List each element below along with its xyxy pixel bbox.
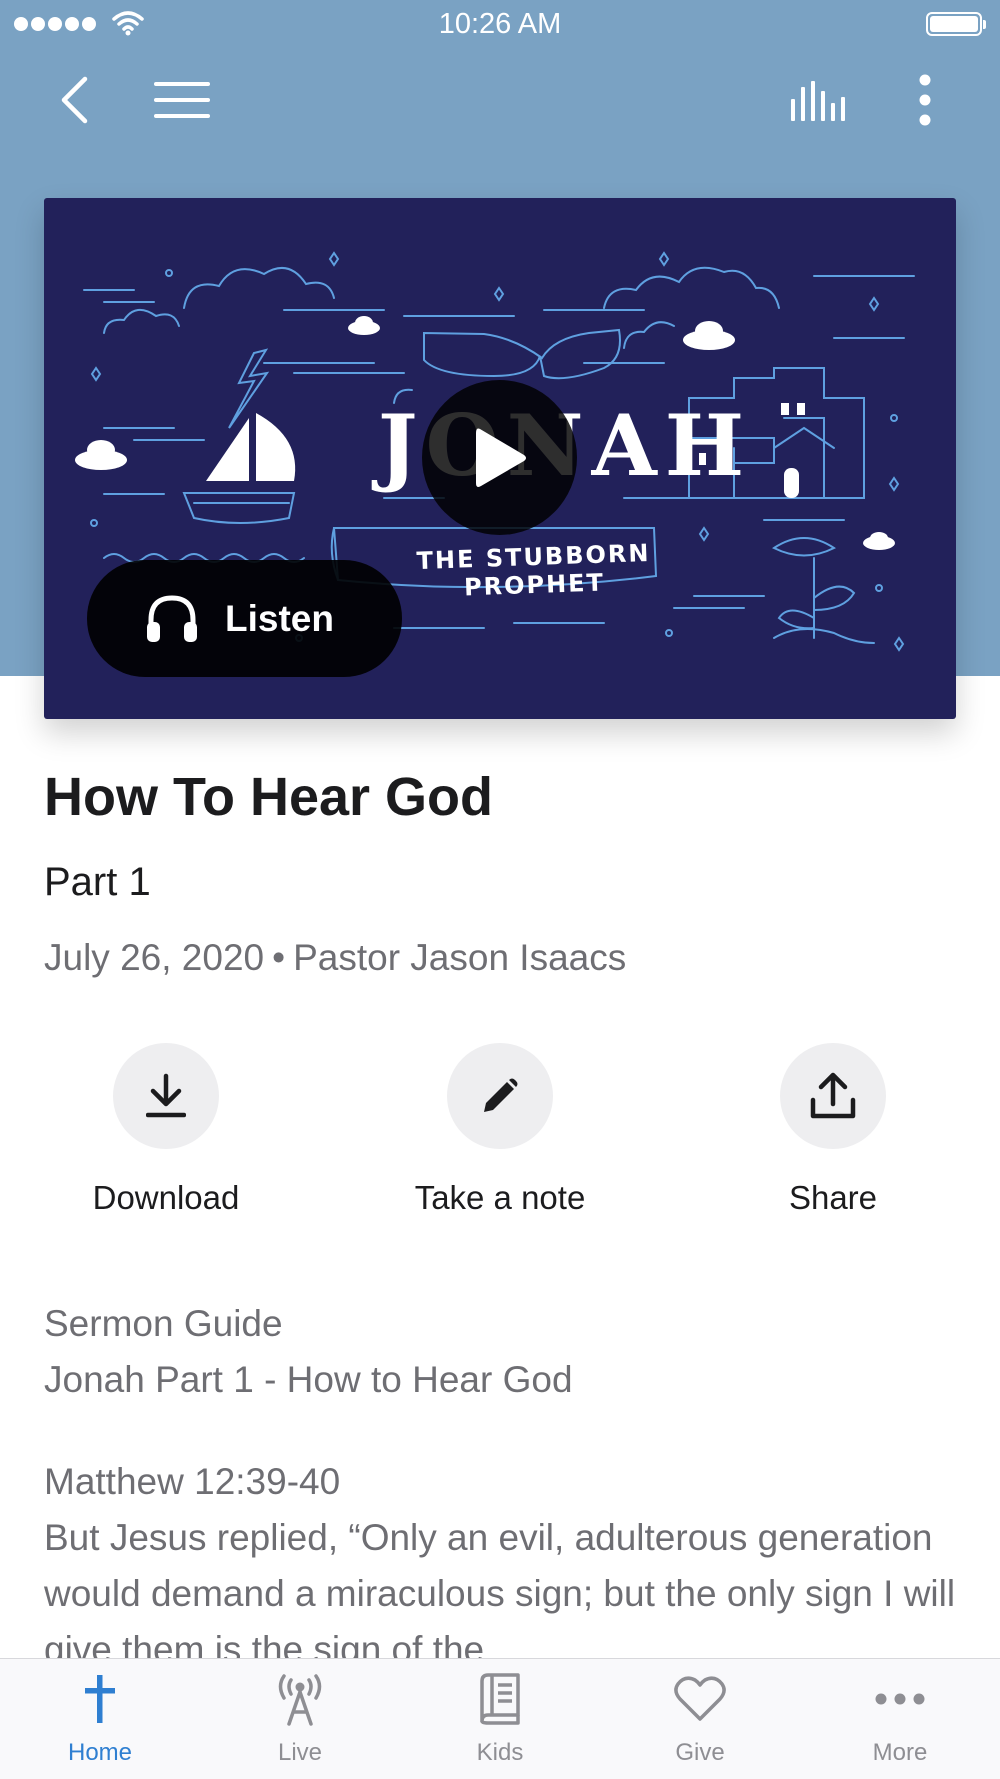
take-note-label: Take a note (414, 1179, 586, 1216)
chevron-left-icon (61, 76, 88, 124)
pencil-icon (484, 1078, 518, 1112)
listen-label: Listen (225, 597, 334, 639)
tab-give-label: Give (675, 1739, 725, 1766)
audio-bars-icon (791, 81, 845, 121)
download-icon (146, 1073, 186, 1118)
status-bar: 10:26 AM (0, 0, 1000, 50)
status-time: 10:26 AM (438, 8, 562, 40)
battery-icon (926, 12, 986, 36)
play-button[interactable] (422, 380, 577, 535)
take-note-button[interactable]: Take a note (370, 1043, 630, 1217)
download-circle[interactable] (113, 1043, 219, 1149)
tab-live[interactable]: Live (200, 1659, 400, 1779)
tab-more-label: More (872, 1739, 928, 1766)
scripture-reference: Matthew 12:39-40 (44, 1461, 341, 1502)
download-button[interactable]: Download (36, 1043, 296, 1217)
tab-kids-label: Kids (476, 1739, 524, 1766)
vertical-dots-icon (919, 74, 931, 126)
tab-bar: Home Live Kids Give More (0, 1658, 1000, 1779)
guide-heading: Sermon Guide (44, 1303, 283, 1344)
sermon-part: Part 1 (44, 860, 151, 904)
back-button[interactable] (44, 70, 104, 130)
book-icon (480, 1673, 520, 1725)
meta-separator: • (272, 937, 286, 978)
download-label: Download (92, 1179, 240, 1216)
cross-icon (85, 1675, 115, 1723)
share-icon (810, 1072, 856, 1119)
headphones-icon (147, 594, 197, 642)
share-circle[interactable] (780, 1043, 886, 1149)
horizontal-dots-icon (875, 1693, 925, 1705)
tab-more[interactable]: More (800, 1659, 1000, 1779)
tab-home-label: Home (67, 1739, 133, 1766)
hamburger-menu-icon (154, 82, 210, 118)
sermon-date: July 26, 2020 (44, 937, 265, 978)
guide-subheading: Jonah Part 1 - How to Hear God (44, 1359, 573, 1400)
heart-icon (674, 1676, 726, 1721)
sermon-title: How To Hear God (44, 767, 494, 827)
share-label: Share (788, 1179, 878, 1216)
audio-player-button[interactable] (780, 70, 856, 130)
sermon-meta: July 26, 2020 • Pastor Jason Isaacs (44, 937, 626, 979)
listen-button[interactable]: Listen (87, 560, 402, 677)
scripture-text: But Jesus replied, “Only an evil, adulte… (44, 1517, 956, 1670)
tab-give[interactable]: Give (600, 1659, 800, 1779)
share-button[interactable]: Share (703, 1043, 963, 1217)
play-icon (475, 428, 526, 487)
tab-home[interactable]: Home (0, 1659, 200, 1779)
tab-live-label: Live (277, 1739, 323, 1766)
broadcast-icon (278, 1674, 322, 1726)
menu-button[interactable] (150, 70, 214, 130)
tab-kids[interactable]: Kids (400, 1659, 600, 1779)
take-note-circle[interactable] (447, 1043, 553, 1149)
sermon-guide: Sermon Guide Jonah Part 1 - How to Hear … (44, 1296, 956, 1678)
more-options-button[interactable] (900, 70, 950, 130)
sermon-speaker: Pastor Jason Isaacs (293, 937, 627, 978)
